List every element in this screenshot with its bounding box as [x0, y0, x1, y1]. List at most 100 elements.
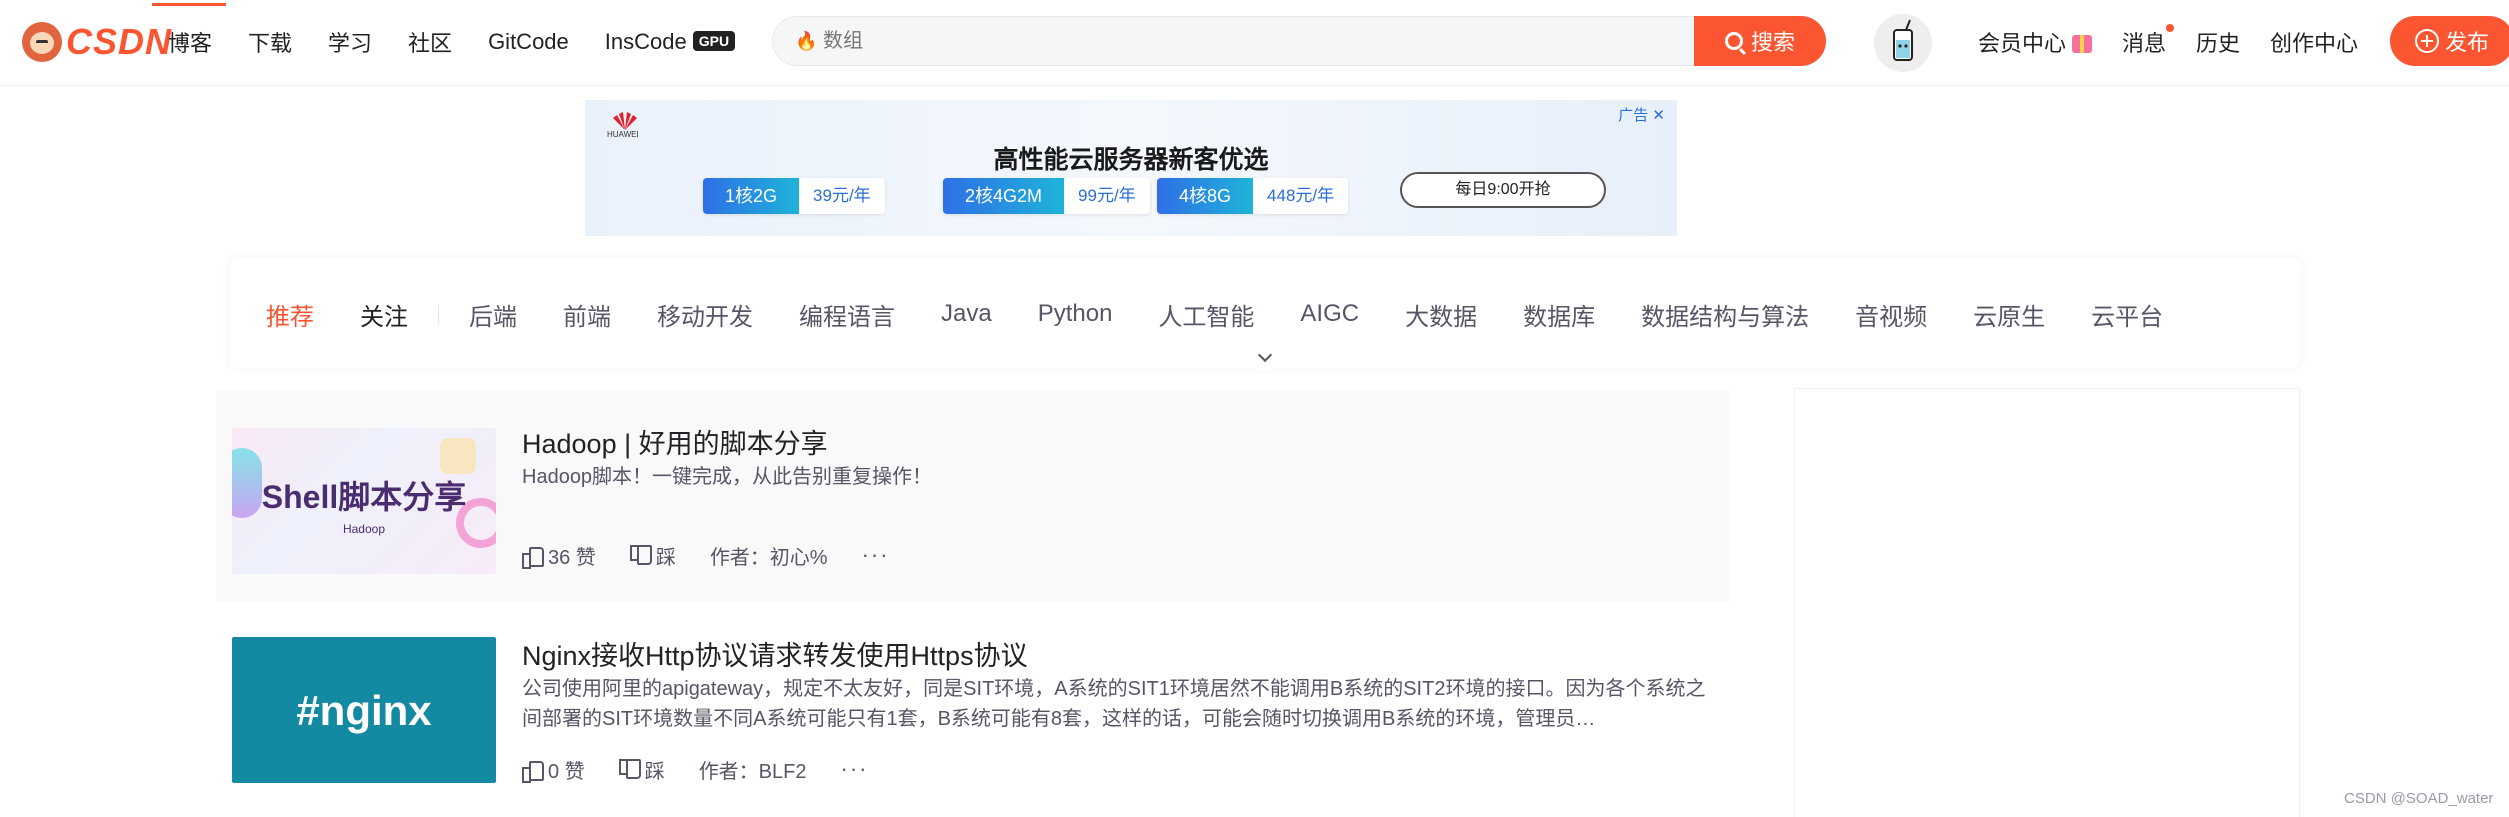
like-count: 36 赞: [548, 546, 596, 569]
notification-dot: [2166, 24, 2175, 32]
tab-cloud-platform[interactable]: 云平台: [2091, 297, 2163, 332]
thumbs-down-icon: [618, 759, 641, 779]
article-card[interactable]: Shell脚本分享 Hadoop Hadoop | 好用的脚本分享 Hadoop…: [216, 390, 1730, 602]
offer-price: 39元/年: [799, 178, 885, 214]
article-thumbnail[interactable]: Shell脚本分享 Hadoop: [232, 428, 496, 574]
history-link[interactable]: 历史: [2196, 26, 2240, 58]
search-button-label: 搜索: [1750, 30, 1795, 55]
plus-circle-icon: [2414, 29, 2439, 53]
thumbs-up-icon: [522, 545, 544, 569]
chevron-down-icon: [1257, 347, 1273, 363]
tab-ai[interactable]: 人工智能: [1158, 297, 1254, 332]
main-nav: 博客 下载 学习 社区 GitCode InsCode GPU: [168, 24, 771, 60]
tab-python[interactable]: Python: [1038, 300, 1113, 328]
tab-data-structures[interactable]: 数据结构与算法: [1641, 297, 1809, 332]
close-icon[interactable]: ✕: [1652, 107, 1665, 124]
like-count: 0 赞: [548, 760, 585, 783]
messages-label: 消息: [2122, 31, 2167, 56]
nav-link-blog[interactable]: 博客: [168, 26, 212, 58]
nav-link-learn[interactable]: 学习: [328, 26, 372, 58]
member-center-link[interactable]: 会员中心: [1978, 26, 2093, 58]
search-button[interactable]: 搜索: [1694, 16, 1826, 66]
tab-cloud-native[interactable]: 云原生: [1973, 297, 2045, 332]
csdn-logo[interactable]: CSDN: [22, 20, 172, 64]
thumbs-down-icon: [629, 545, 652, 565]
user-nav: 会员中心 消息 历史 创作中心: [1978, 24, 2388, 60]
banner-headline: 高性能云服务器新客优选: [993, 146, 1269, 174]
tab-divider: [438, 305, 439, 323]
top-navbar: CSDN 博客 下载 学习 社区 GitCode InsCodeGPU 🔥 搜索: [0, 0, 2509, 86]
fire-icon: 🔥: [795, 31, 818, 51]
dislike-button[interactable]: 踩: [629, 541, 676, 570]
thumbs-up-icon: [522, 759, 544, 783]
tab-java[interactable]: Java: [941, 300, 992, 328]
member-center-label: 会员中心: [1978, 31, 2067, 56]
tab-aigc[interactable]: AIGC: [1300, 300, 1359, 328]
nav-link-gitcode[interactable]: GitCode: [488, 29, 569, 55]
mascot-icon: [22, 22, 62, 62]
tab-programming-languages[interactable]: 编程语言: [799, 297, 895, 332]
article-title[interactable]: Nginx接收Http协议请求转发使用Https协议: [522, 634, 1028, 673]
dislike-label: 踩: [644, 760, 665, 783]
article-meta: 36 赞 踩 作者：初心% ···: [522, 540, 924, 570]
ad-label-text: 广告: [1618, 107, 1649, 124]
offer-2[interactable]: 2核4G2M 99元/年: [943, 178, 1150, 214]
logo-text: CSDN: [66, 21, 173, 62]
article-title[interactable]: Hadoop | 好用的脚本分享: [522, 422, 828, 461]
search-box: 🔥: [772, 16, 1694, 66]
article-card[interactable]: #nginx Nginx接收Http协议请求转发使用Https协议 公司使用阿里…: [216, 602, 1730, 817]
dislike-button[interactable]: 踩: [618, 755, 665, 784]
nav-link-download[interactable]: 下载: [248, 26, 292, 58]
ad-banner[interactable]: HUAWEI 广告 ✕ 高性能云服务器新客优选 1核2G 39元/年 2核4G2…: [585, 100, 1677, 236]
offer-spec: 1核2G: [703, 178, 800, 214]
nav-link-community[interactable]: 社区: [408, 26, 452, 58]
category-tabs: 推荐 关注 后端 前端 移动开发 编程语言 Java Python 人工智能 A…: [266, 294, 2209, 334]
offer-price: 99元/年: [1064, 178, 1150, 214]
offer-spec: 4核8G: [1157, 178, 1254, 214]
tab-frontend[interactable]: 前端: [563, 297, 611, 332]
article-description[interactable]: Hadoop脚本！一键完成，从此告别重复操作！: [522, 462, 1712, 492]
article-author[interactable]: 作者：BLF2: [699, 755, 807, 784]
page: CSDN 博客 下载 学习 社区 GitCode InsCodeGPU 🔥 搜索: [0, 0, 2509, 817]
banner-cta-button[interactable]: 每日9:00开抢: [1400, 172, 1606, 208]
dislike-label: 踩: [655, 546, 676, 569]
publish-button-label: 发布: [2444, 30, 2489, 55]
offer-1[interactable]: 1核2G 39元/年: [703, 178, 885, 214]
ad-label[interactable]: 广告 ✕: [1618, 104, 1665, 125]
creator-center-link[interactable]: 创作中心: [2270, 26, 2358, 58]
right-sidebar: [1794, 388, 2300, 817]
offer-price: 448元/年: [1253, 178, 1349, 214]
tab-recommend[interactable]: 推荐: [266, 297, 314, 332]
search-input[interactable]: [823, 29, 1623, 53]
more-icon[interactable]: ···: [841, 756, 869, 782]
article-thumbnail[interactable]: #nginx: [232, 637, 496, 783]
tab-follow[interactable]: 关注: [360, 297, 408, 332]
active-nav-indicator: [152, 3, 226, 6]
nav-link-inscode[interactable]: InsCode GPU: [604, 29, 736, 55]
search-icon: [1724, 32, 1743, 50]
avatar-drink-icon: [1893, 19, 1913, 61]
tab-audio-video[interactable]: 音视频: [1855, 297, 1927, 332]
watermark: CSDN @SOAD_water: [2344, 790, 2494, 807]
messages-link[interactable]: 消息: [2122, 24, 2175, 58]
article-meta: 0 赞 踩 作者：BLF2 ···: [522, 754, 902, 784]
nav-link-inscode-label: InsCode: [604, 29, 687, 54]
tab-mobile[interactable]: 移动开发: [657, 297, 753, 332]
tab-big-data[interactable]: 大数据: [1405, 297, 1477, 332]
article-author[interactable]: 作者：初心%: [710, 541, 828, 570]
tab-database[interactable]: 数据库: [1523, 297, 1595, 332]
like-button[interactable]: 36 赞: [522, 541, 596, 570]
thumbnail-shape: [440, 438, 476, 474]
offer-spec: 2核4G2M: [943, 178, 1065, 214]
like-button[interactable]: 0 赞: [522, 755, 585, 784]
thumbnail-title: #nginx: [296, 687, 432, 734]
thumbnail-title: Shell脚本分享: [261, 479, 467, 515]
avatar[interactable]: [1874, 14, 1932, 72]
offer-3[interactable]: 4核8G 448元/年: [1157, 178, 1349, 214]
publish-button[interactable]: 发布: [2390, 16, 2509, 66]
tab-backend[interactable]: 后端: [469, 297, 517, 332]
article-description[interactable]: 公司使用阿里的apigateway，规定不太友好，同是SIT环境，A系统的SIT…: [522, 674, 1712, 734]
huawei-logo-icon: [613, 112, 637, 130]
more-icon[interactable]: ···: [862, 542, 890, 568]
gpu-badge: GPU: [692, 31, 736, 51]
